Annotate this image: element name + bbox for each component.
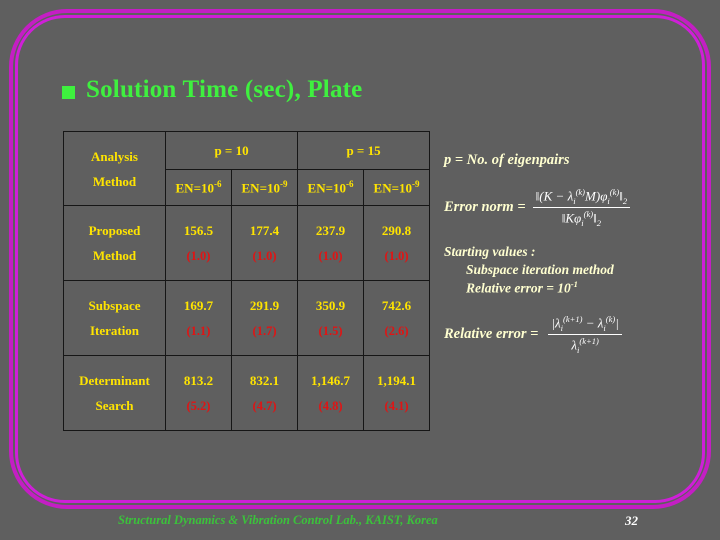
cell-ratio: (4.7): [252, 398, 277, 413]
row-label-proposed: Proposed Method: [63, 205, 166, 281]
cell-value: 832.1: [249, 372, 280, 388]
relative-error-annotation: Relative error = |λi(k+1) − λi(k)| λi(k+…: [444, 313, 622, 356]
cell-r2-c1: 832.1 (4.7): [230, 355, 299, 431]
cell-value: 169.7: [183, 297, 214, 313]
row-label-line1: Proposed: [88, 223, 141, 238]
cell-ratio: (4.8): [318, 398, 343, 413]
cell-ratio: (4.1): [384, 398, 409, 413]
subheader-base-3: EN=10: [307, 180, 346, 196]
error-norm-fraction: ‖(K − λi(k)M)φi(k)‖2 ‖Kφi(k)‖2: [532, 186, 631, 229]
subheader-en-3: EN=10-6: [297, 169, 365, 206]
subheader-en-2: EN=10-9: [230, 169, 299, 206]
row-label-line2: Method: [92, 248, 137, 263]
row-label-line1: Determinant: [79, 373, 150, 388]
row-label-determinant: Determinant Search: [63, 355, 166, 431]
error-norm-annotation: Error norm = ‖(K − λi(k)M)φi(k)‖2 ‖Kφi(k…: [444, 186, 631, 229]
cell-r2-c2: 1,146.7 (4.8): [297, 355, 365, 431]
cell-r1-c3: 742.6 (2.6): [363, 280, 431, 356]
relative-error-fraction: |λi(k+1) − λi(k)| λi(k+1): [548, 313, 622, 356]
cell-ratio: (1.0): [252, 248, 277, 263]
subheader-exp-4: -9: [412, 179, 420, 190]
subheader-en-4: EN=10-9: [363, 169, 431, 206]
relative-error-denominator: λi(k+1): [571, 336, 599, 356]
subheader-base-1: EN=10: [175, 180, 214, 196]
row-label-line1: Subspace: [88, 298, 141, 313]
subheader-exp-1: -6: [213, 179, 222, 190]
subheader-base-2: EN=10: [241, 180, 280, 196]
starting-values-line1: Subspace iteration method: [466, 262, 614, 278]
cell-value: 237.9: [315, 222, 346, 238]
solution-time-table: Analysis Method p = 10 p = 15 EN=10-6 EN…: [63, 131, 431, 431]
row-label-line2: Iteration: [89, 323, 140, 338]
cell-ratio: (1.0): [384, 248, 409, 263]
relative-error-numerator: |λi(k+1) − λi(k)|: [551, 314, 619, 333]
slide-canvas: Solution Time (sec), Plate Analysis Meth…: [0, 0, 720, 540]
cell-value: 813.2: [183, 372, 214, 388]
row-label-subspace: Subspace Iteration: [63, 280, 166, 356]
cell-ratio: (1.5): [318, 323, 343, 338]
cell-r2-c3: 1,194.1 (4.1): [363, 355, 431, 431]
footer-page-number: 32: [625, 513, 638, 528]
cell-ratio: (1.1): [186, 323, 211, 338]
cell-r1-c0: 169.7 (1.1): [165, 280, 232, 356]
footer-lab-label: Structural Dynamics & Vibration Control …: [118, 513, 438, 527]
cell-ratio: (2.6): [384, 323, 409, 338]
starting-values-annotation: Starting values : Subspace iteration met…: [444, 243, 614, 298]
cell-r0-c3: 290.8 (1.0): [363, 205, 431, 281]
page-title: Solution Time (sec), Plate: [62, 76, 362, 104]
table-corner-header: Analysis Method: [63, 131, 166, 206]
cell-value: 290.8: [381, 222, 412, 238]
starting-values-title: Starting values :: [444, 244, 536, 259]
cell-ratio: (5.2): [186, 398, 211, 413]
cell-value: 291.9: [249, 297, 280, 313]
subheader-exp-2: -9: [279, 179, 288, 190]
cell-value: 1,146.7: [311, 372, 351, 388]
starting-values-line2: Relative error = 10-1: [466, 279, 578, 296]
error-norm-numerator: ‖(K − λi(k)M)φi(k)‖2: [535, 187, 628, 206]
cell-value: 742.6: [381, 297, 412, 313]
cell-value: 156.5: [183, 222, 214, 238]
cell-ratio: (1.0): [186, 248, 211, 263]
cell-value: 1,194.1: [377, 372, 417, 388]
subheader-exp-3: -6: [346, 179, 354, 190]
table-row: Subspace Iteration 169.7 (1.1) 291.9 (1.…: [63, 280, 431, 356]
row-label-line2: Search: [95, 398, 134, 413]
cell-ratio: (1.0): [318, 248, 343, 263]
corner-header-line1: Analysis: [91, 148, 138, 164]
square-bullet-icon: [62, 85, 75, 99]
cell-r1-c2: 350.9 (1.5): [297, 280, 365, 356]
group-header-p15: p = 15: [297, 131, 431, 170]
subheader-base-4: EN=10: [373, 180, 412, 196]
table-row: Proposed Method 156.5 (1.0) 177.4 (1.0) …: [63, 205, 431, 281]
subheader-en-1: EN=10-6: [165, 169, 232, 206]
cell-r0-c0: 156.5 (1.0): [165, 205, 232, 281]
page-title-label: Solution Time (sec), Plate: [86, 76, 363, 103]
cell-r0-c1: 177.4 (1.0): [230, 205, 299, 281]
cell-value: 350.9: [315, 297, 346, 313]
group-header-p10: p = 10: [164, 131, 299, 170]
error-norm-denominator: ‖Kφi(k)‖2: [561, 209, 601, 229]
table-header-group-row: Analysis Method p = 10 p = 15: [63, 131, 431, 206]
cell-value: 177.4: [249, 222, 280, 238]
error-norm-label: Error norm =: [444, 199, 526, 216]
relative-error-label: Relative error =: [444, 326, 539, 343]
table-row: Determinant Search 813.2 (5.2) 832.1 (4.…: [63, 355, 431, 431]
eigenpairs-note: p = No. of eigenpairs: [444, 152, 570, 168]
cell-r1-c1: 291.9 (1.7): [230, 280, 299, 356]
corner-header-line2: Method: [92, 173, 137, 189]
cell-r2-c0: 813.2 (5.2): [165, 355, 232, 431]
cell-ratio: (1.7): [252, 323, 277, 338]
cell-r0-c2: 237.9 (1.0): [297, 205, 365, 281]
